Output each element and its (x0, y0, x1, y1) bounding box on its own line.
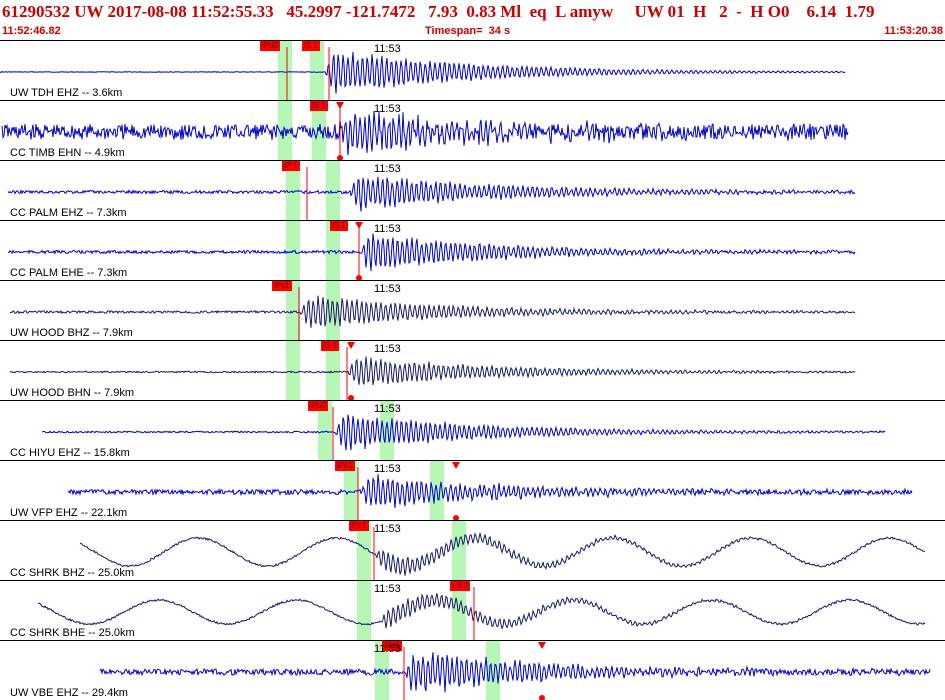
end-time: 11:53:20.38 (884, 25, 943, 37)
pick-marker[interactable]: iS 1 (321, 341, 339, 351)
trace-panel[interactable]: iS 1 11:53 UW HOOD BHN -- 7.9km (0, 340, 945, 400)
pick-marker[interactable]: iPc1 (335, 461, 355, 471)
arrival-marker-icon (347, 342, 355, 349)
minute-tick-label: 11:53 (374, 223, 401, 235)
pick-marker[interactable]: iPd0 (260, 41, 281, 51)
minute-tick-label: 11:53 (374, 163, 401, 175)
seismic-waveform-line (1, 110, 849, 156)
seismic-waveform-line (67, 474, 913, 509)
analysis-window (452, 521, 466, 580)
waveform (0, 41, 846, 100)
seismic-waveform-line (37, 593, 926, 630)
seismic-waveform-line (9, 295, 856, 328)
trace-label: UW HOOD BHZ -- 7.9km (10, 327, 133, 339)
arrival-marker-icon (336, 102, 344, 109)
analysis-window (357, 581, 371, 640)
waveform (79, 521, 926, 580)
pick-marker[interactable]: iS 1 (310, 101, 328, 111)
trace-label: UW HOOD BHN -- 7.9km (10, 387, 135, 399)
seismic-waveform-line (41, 414, 886, 451)
waveform (1, 101, 849, 160)
minute-tick-label: 11:53 (374, 523, 401, 535)
analysis-window (486, 641, 500, 700)
minute-tick-label: 11:53 (374, 343, 401, 355)
pick-marker[interactable]: iS 1 (330, 221, 348, 231)
trace-panel[interactable]: iPc1 11:53 UW HOOD BHZ -- 7.9km (0, 280, 945, 340)
seismic-waveform-line (7, 233, 856, 272)
analysis-window (326, 281, 340, 340)
trace-label: CC PALM EHZ -- 7.3km (10, 207, 127, 219)
trace-panel[interactable]: iS 1 11:53 CC PALM EHE -- 7.3km (0, 220, 945, 280)
seismic-waveform-line (9, 356, 856, 385)
pick-marker[interactable]: eS 2 (450, 581, 471, 591)
trace-panel[interactable]: iS 1 11:53 CC TIMB EHN -- 4.9km (0, 100, 945, 160)
minute-tick-label: 11:53 (374, 403, 401, 415)
waveform (41, 401, 886, 460)
waveform (67, 461, 913, 520)
waveform (37, 581, 926, 640)
waveform (9, 281, 856, 340)
trace-label: CC SHRK BHE -- 25.0km (10, 627, 135, 639)
seismic-waveform-line (0, 51, 846, 94)
arrival-marker-icon (355, 222, 363, 229)
trace-panel[interactable]: iPd0 11:53 CC HIYU EHZ -- 15.8km (0, 400, 945, 460)
minute-tick-label: 11:53 (374, 43, 401, 55)
trace-panel[interactable]: iPc1 11:53 CC SHRK BHZ -- 25.0km (0, 520, 945, 580)
minute-tick-label: 11:53 (374, 643, 401, 655)
timespan-label: Timespan= 34 s (425, 25, 511, 37)
analysis-window (286, 341, 300, 400)
trace-label: CC TIMB EHN -- 4.9km (10, 147, 125, 159)
waveform (7, 161, 856, 220)
minute-tick-label: 11:53 (374, 463, 401, 475)
trace-label: UW VBE EHZ -- 29.4km (10, 687, 128, 699)
minute-tick-label: 11:53 (374, 103, 401, 115)
trace-panel[interactable]: iP 1 11:53 CC PALM EHZ -- 7.3km (0, 160, 945, 220)
pick-marker[interactable]: iS 1 (302, 41, 320, 51)
trace-panel[interactable]: eS 2 11:53 CC SHRK BHE -- 25.0km (0, 580, 945, 640)
seismic-waveform-line (7, 176, 856, 212)
arrival-dot (539, 695, 545, 700)
waveform (99, 641, 931, 700)
event-summary-title: 61290532 UW 2017-08-08 11:52:55.33 45.29… (2, 2, 875, 21)
start-time: 11:52:46.82 (2, 25, 61, 37)
seismogram-traces: iPd0 iS 1 11:53 UW TDH EHZ -- 3.6km iS 1… (0, 40, 945, 700)
minute-tick-label: 11:53 (374, 283, 401, 295)
event-header: 61290532 UW 2017-08-08 11:52:55.33 45.29… (0, 0, 945, 40)
pick-marker[interactable]: iPd0 (308, 401, 329, 411)
trace-label: CC SHRK BHZ -- 25.0km (10, 567, 135, 579)
analysis-window (278, 41, 292, 100)
trace-label: UW TDH EHZ -- 3.6km (10, 87, 123, 99)
trace-label: CC PALM EHE -- 7.3km (10, 267, 128, 279)
arrival-marker-icon (538, 642, 546, 649)
waveform (9, 341, 856, 400)
seismic-waveform-line (99, 652, 931, 693)
arrival-marker-icon (452, 462, 460, 469)
pick-marker[interactable]: iP 1 (282, 161, 300, 171)
pick-marker[interactable]: iPc1 (349, 521, 369, 531)
seismic-waveform-line (79, 532, 926, 576)
waveform (7, 221, 856, 280)
pick-marker[interactable]: iPc1 (272, 281, 292, 291)
minute-tick-label: 11:53 (374, 583, 401, 595)
trace-panel[interactable]: iPd0 iS 1 11:53 UW TDH EHZ -- 3.6km (0, 40, 945, 100)
trace-label: UW VFP EHZ -- 22.1km (10, 507, 128, 519)
trace-label: CC HIYU EHZ -- 15.8km (10, 447, 130, 459)
trace-panel[interactable]: iPd1 11:53 UW VBE EHZ -- 29.4km (0, 640, 945, 700)
trace-panel[interactable]: iPc1 11:53 UW VFP EHZ -- 22.1km (0, 460, 945, 520)
